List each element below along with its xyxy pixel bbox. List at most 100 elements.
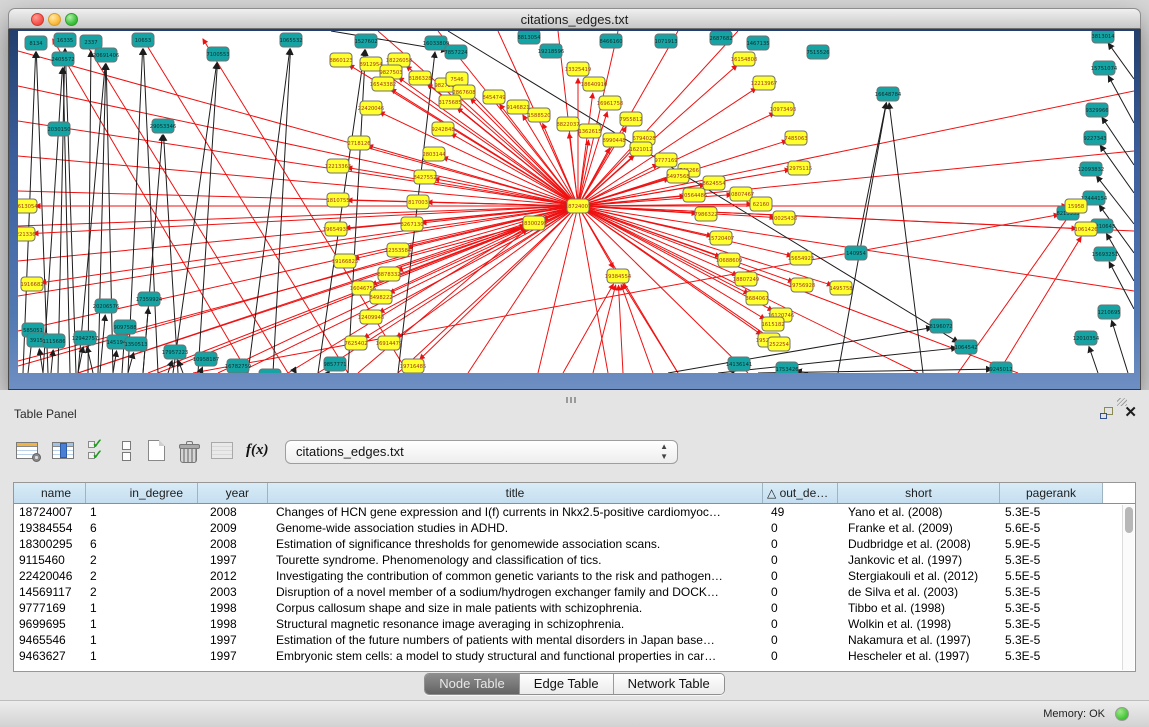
table-cell[interactable]: Wolkin et al. (1998) (838, 616, 1000, 632)
table-cell[interactable]: Genome-wide association studies in ADHD. (268, 520, 763, 536)
table-cell[interactable]: Estimation of the future numbers of pati… (268, 632, 763, 648)
table-cell[interactable]: 0 (763, 552, 838, 568)
table-cell[interactable]: Dudbridge et al. (2008) (838, 536, 1000, 552)
table-cell[interactable]: Structural magnetic resonance image aver… (268, 616, 763, 632)
network-node[interactable]: 20564486 (681, 188, 707, 202)
table-cell[interactable]: Yano et al. (2008) (838, 504, 1000, 520)
table-cell[interactable]: 9465546 (14, 632, 86, 648)
column-header-short[interactable]: short (838, 483, 1000, 503)
table-cell[interactable]: 1998 (198, 600, 268, 616)
network-node[interactable]: 9146821 (506, 100, 529, 114)
network-node[interactable]: 12975115 (786, 161, 812, 175)
network-node[interactable]: 8878332 (377, 267, 400, 281)
scrollbar-thumb[interactable] (1125, 507, 1133, 533)
network-node[interactable]: 1753426 (775, 362, 798, 373)
function-builder-icon[interactable]: f(x) (246, 441, 269, 459)
table-cell[interactable]: 6 (86, 520, 198, 536)
network-node[interactable]: 18724007 (565, 199, 591, 213)
network-node[interactable]: 1621012 (629, 142, 652, 156)
table-cell[interactable]: Changes of HCN gene expression and I(f) … (268, 504, 763, 520)
network-node[interactable]: 10653 (132, 33, 154, 47)
table-cell[interactable]: 9115460 (14, 552, 86, 568)
network-node[interactable]: 8427552 (413, 170, 436, 184)
network-node[interactable]: 16782759 (225, 359, 251, 373)
panel-divider-handle[interactable] (566, 397, 576, 403)
table-cell[interactable]: 1 (86, 648, 198, 664)
tab-edge-table[interactable]: Edge Table (519, 674, 613, 694)
network-node[interactable]: 140954 (845, 246, 867, 260)
table-cell[interactable]: 5.3E-5 (1000, 616, 1103, 632)
network-node[interactable]: 19654935 (323, 222, 349, 236)
table-cell[interactable]: Franke et al. (2009) (838, 520, 1000, 536)
table-cell[interactable]: 2 (86, 568, 198, 584)
table-cell[interactable]: 2009 (198, 520, 268, 536)
network-node[interactable]: 2687682 (709, 31, 732, 45)
network-node[interactable]: 1064542 (954, 340, 977, 354)
table-cell[interactable]: Jankovic et al. (1997) (838, 552, 1000, 568)
network-node[interactable]: 10973493 (770, 102, 796, 116)
network-node[interactable]: 15693251 (1092, 247, 1118, 261)
network-node[interactable]: 3684067 (745, 291, 768, 305)
network-node[interactable]: 9777169 (654, 153, 677, 167)
network-node[interactable]: 9242848 (431, 122, 454, 136)
table-cell[interactable]: 14569117 (14, 584, 86, 600)
table-cell[interactable]: 1 (86, 632, 198, 648)
network-node[interactable]: 8624554 (702, 176, 726, 190)
network-node[interactable]: 1588520 (527, 108, 550, 122)
table-cell[interactable]: Disruption of a novel member of a sodium… (268, 584, 763, 600)
network-node[interactable]: 6497568 (666, 169, 689, 183)
network-node[interactable]: 1221336 (18, 227, 36, 241)
table-cell[interactable]: 5.6E-5 (1000, 520, 1103, 536)
network-node[interactable]: 12409948 (358, 310, 384, 324)
network-node[interactable]: 1061426 (1074, 222, 1097, 236)
table-cell[interactable]: 1 (86, 504, 198, 520)
network-node[interactable]: 15958 (1065, 199, 1087, 213)
network-node[interactable]: 12010354 (1073, 331, 1100, 345)
network-node[interactable]: 9097588 (113, 320, 136, 334)
network-node[interactable]: 9227343 (1083, 131, 1106, 145)
new-document-icon[interactable] (148, 440, 165, 461)
network-node[interactable]: 1210695 (1097, 305, 1120, 319)
network-node[interactable]: 12942757 (72, 331, 98, 345)
network-node[interactable]: 20206576 (93, 299, 119, 313)
network-node[interactable]: 7857224 (444, 45, 468, 59)
table-cell[interactable]: Tourette syndrome. Phenomenology and cla… (268, 552, 763, 568)
table-cell[interactable]: 9463627 (14, 648, 86, 664)
network-node[interactable]: 8613054 (18, 199, 38, 213)
table-cell[interactable]: 2 (86, 552, 198, 568)
network-node[interactable]: 8134 (25, 36, 47, 50)
network-node[interactable]: 8990448 (602, 133, 625, 147)
network-node[interactable]: 1115686 (42, 334, 65, 348)
network-node[interactable]: 817003 (407, 195, 429, 209)
table-cell[interactable]: 2003 (198, 584, 268, 600)
table-row[interactable]: 969969511998Structural magnetic resonanc… (14, 616, 1121, 632)
delete-icon[interactable] (180, 442, 197, 463)
table-cell[interactable]: 5.9E-5 (1000, 536, 1103, 552)
network-node[interactable]: 7546 (446, 72, 468, 86)
network-node[interactable]: 16914479 (376, 336, 402, 350)
network-node[interactable]: 9245012 (989, 362, 1012, 373)
table-cell[interactable]: Hescheler et al. (1997) (838, 648, 1000, 664)
table-cell[interactable]: Nakamura et al. (1997) (838, 632, 1000, 648)
table-column-icon[interactable] (52, 442, 74, 459)
network-node[interactable]: 20691406 (93, 48, 119, 62)
network-node[interactable]: 16961758 (597, 96, 623, 110)
column-header-in_degree[interactable]: in_degree (86, 483, 198, 503)
network-node[interactable]: 9857771 (323, 357, 346, 371)
network-node[interactable]: 16543382 (370, 77, 396, 91)
network-node[interactable]: 12213363 (325, 159, 351, 173)
network-node[interactable]: 15751074 (1091, 61, 1118, 75)
network-node[interactable]: 12923446 (257, 369, 283, 373)
close-panel-icon[interactable]: ✕ (1124, 403, 1137, 421)
table-cell[interactable]: 2012 (198, 568, 268, 584)
network-node[interactable]: 3175685 (438, 95, 461, 109)
table-cell[interactable]: de Silva et al. (2003) (838, 584, 1000, 600)
table-cell[interactable]: 18300295 (14, 536, 86, 552)
network-node[interactable]: 2337 (80, 35, 102, 49)
table-cell[interactable]: 1997 (198, 552, 268, 568)
table-row[interactable]: 2242004622012Investigating the contribut… (14, 568, 1121, 584)
network-node[interactable]: 2718126 (347, 136, 370, 150)
column-header-pagerank[interactable]: pagerank (1000, 483, 1103, 503)
table-row[interactable]: 1872400712008Changes of HCN gene express… (14, 504, 1121, 520)
table-cell[interactable]: 0 (763, 600, 838, 616)
